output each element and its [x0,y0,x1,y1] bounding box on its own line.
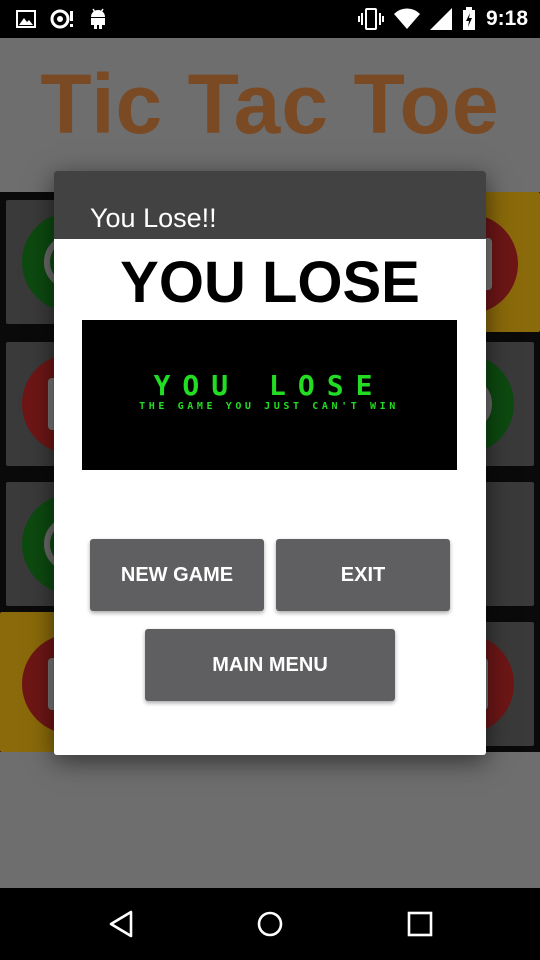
clock: 9:18 [485,7,528,30]
you-lose-image: YOU LOSE THE GAME YOU JUST CAN'T WIN [82,320,457,470]
image-main-text: YOU LOSE [154,369,385,402]
recents-icon[interactable] [400,906,440,942]
image-sub-text: THE GAME YOU JUST CAN'T WIN [139,401,399,412]
vibrate-icon [357,8,384,30]
back-icon[interactable] [102,906,142,942]
android-icon [91,8,105,29]
exit-button[interactable]: EXIT [276,539,450,611]
dialog-title: You Lose!! [90,203,217,233]
you-lose-heading: YOU LOSE [120,250,420,315]
sync-alert-icon [50,9,73,29]
signal-icon [429,8,452,30]
wifi-icon [393,8,420,29]
new-game-button[interactable]: NEW GAME [90,539,264,611]
main-menu-button[interactable]: MAIN MENU [145,629,395,701]
dialog-header: You Lose!! [54,171,486,239]
battery-charging-icon [462,7,475,30]
navigation-bar [0,888,540,960]
home-icon[interactable] [250,906,290,942]
image-icon [16,10,36,28]
lose-dialog: You Lose!! YOU LOSE YOU LOSE THE GAME YO… [54,171,486,755]
status-bar: 9:18 [0,0,540,38]
dialog-body: YOU LOSE YOU LOSE THE GAME YOU JUST CAN'… [54,239,486,755]
app-title: Tic Tac Toe [40,57,500,151]
